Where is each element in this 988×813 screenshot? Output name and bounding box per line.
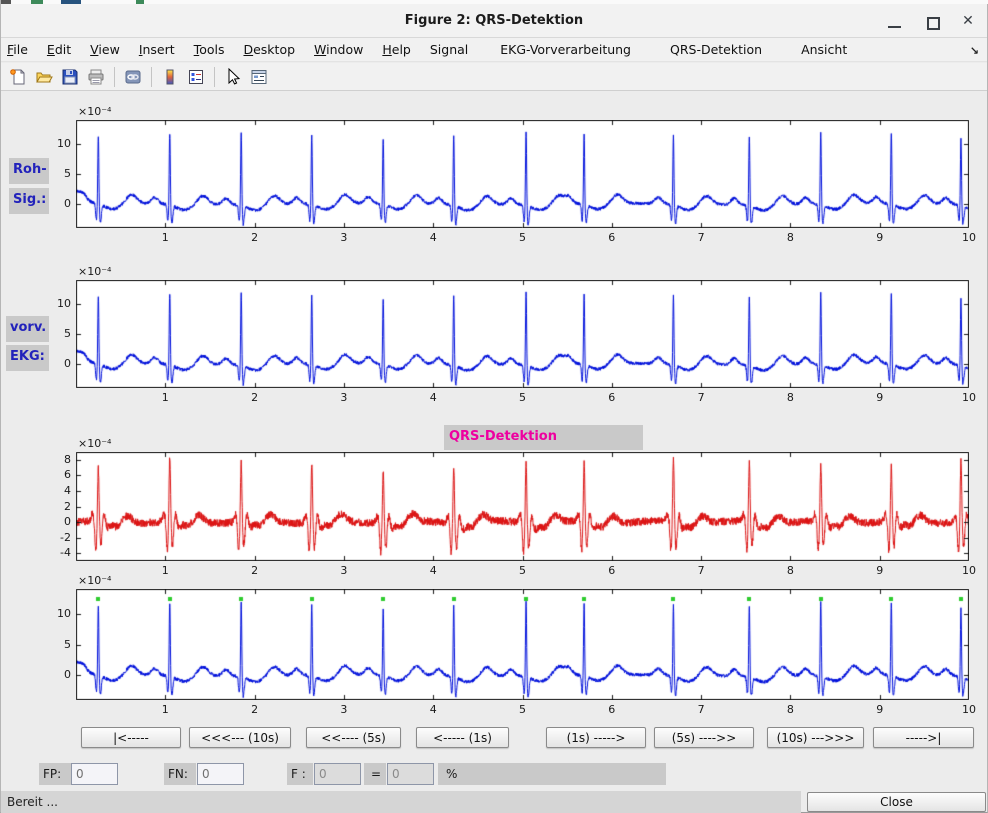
y-tick-label: -4: [40, 547, 71, 559]
equals-label: =: [364, 763, 386, 785]
y-tick-label: 0: [40, 669, 71, 681]
x-tick-label: 7: [688, 704, 714, 716]
x-tick-label: 9: [867, 232, 893, 244]
qrs-detektion-title: QRS-Detektion: [444, 425, 643, 444]
y-tick-label: 5: [40, 639, 71, 651]
nav-jump-to-end-button[interactable]: ----->|: [873, 727, 974, 748]
y-tick-label: 10: [40, 608, 71, 620]
status-bar: Bereit ...: [1, 791, 801, 813]
x-tick-label: 9: [867, 565, 893, 577]
y-axis-exponent-label: ×10⁻⁴: [78, 574, 111, 587]
x-tick-label: 5: [510, 704, 536, 716]
x-tick-label: 8: [777, 392, 803, 404]
nav-jump-to-start-button[interactable]: |<-----: [81, 727, 181, 748]
label-vorverarbeitet-line2: EKG:: [6, 345, 49, 371]
x-tick-label: 5: [510, 232, 536, 244]
nav-back-5s-button[interactable]: <<---- (5s): [306, 727, 401, 748]
plot-vorverarbeitetes-ekg: ×10⁻⁴051012345678910: [76, 280, 969, 388]
plots-layer: ×10⁻⁴051012345678910×10⁻⁴051012345678910…: [1, 0, 987, 812]
close-button[interactable]: Close: [807, 792, 986, 812]
x-tick-label: 2: [242, 392, 268, 404]
x-tick-label: 7: [688, 232, 714, 244]
x-tick-label: 1: [152, 232, 178, 244]
x-tick-label: 3: [331, 232, 357, 244]
x-tick-label: 2: [242, 565, 268, 577]
fp-input[interactable]: [71, 763, 118, 785]
y-axis-exponent-label: ×10⁻⁴: [78, 105, 111, 118]
x-tick-label: 4: [420, 704, 446, 716]
x-tick-label: 5: [510, 565, 536, 577]
x-tick-label: 1: [152, 392, 178, 404]
x-tick-label: 3: [331, 565, 357, 577]
nav-forward-5s-button[interactable]: (5s) ---->>: [654, 727, 754, 748]
x-tick-label: 2: [242, 704, 268, 716]
y-tick-label: 10: [40, 138, 71, 150]
plot-qrs-detektion-gefiltert: ×10⁻⁴-4-20246812345678910: [76, 452, 969, 561]
y-axis-exponent-label: ×10⁻⁴: [78, 437, 111, 450]
nav-forward-10s-button[interactable]: (10s) --->>>: [767, 727, 864, 748]
fn-label: FN:: [164, 763, 196, 785]
plot-qrs-detektion-gefiltert-canvas: [76, 452, 969, 561]
x-tick-label: 10: [956, 392, 982, 404]
x-tick-label: 7: [688, 565, 714, 577]
y-tick-label: 0: [40, 516, 71, 528]
x-tick-label: 9: [867, 392, 893, 404]
x-tick-label: 10: [956, 565, 982, 577]
x-tick-label: 6: [599, 704, 625, 716]
x-tick-label: 3: [331, 704, 357, 716]
label-vorverarbeitet-line1: vorv.: [6, 316, 49, 342]
x-tick-label: 1: [152, 565, 178, 577]
fp-label: FP:: [39, 763, 71, 785]
figure-window: Figure 2: QRS-Detektion ✕ FileEditViewIn…: [0, 0, 988, 813]
x-tick-label: 3: [331, 392, 357, 404]
x-tick-label: 2: [242, 232, 268, 244]
y-tick-label: 6: [40, 469, 71, 481]
x-tick-label: 10: [956, 232, 982, 244]
percent-label: %: [438, 763, 666, 785]
x-tick-label: 10: [956, 704, 982, 716]
x-tick-label: 8: [777, 704, 803, 716]
plot-vorverarbeitetes-ekg-canvas: [76, 280, 969, 388]
x-tick-label: 6: [599, 565, 625, 577]
y-tick-label: 8: [40, 454, 71, 466]
plot-detektions-ergebnis: ×10⁻⁴051012345678910: [76, 589, 969, 700]
y-tick-label: 10: [40, 298, 71, 310]
qrs-detektion-title-box: QRS-Detektion: [444, 425, 643, 450]
plot-roh-signal: ×10⁻⁴051012345678910: [76, 120, 969, 228]
x-tick-label: 8: [777, 232, 803, 244]
y-axis-exponent-label: ×10⁻⁴: [78, 265, 111, 278]
x-tick-label: 4: [420, 392, 446, 404]
plot-roh-signal-canvas: [76, 120, 969, 228]
label-roh-signal-line2: Sig.:: [9, 188, 49, 214]
x-tick-label: 6: [599, 392, 625, 404]
label-roh-signal-line1: Roh-: [9, 158, 49, 184]
x-tick-label: 1: [152, 704, 178, 716]
x-tick-label: 4: [420, 232, 446, 244]
nav-forward-1s-button[interactable]: (1s) ----->: [546, 727, 646, 748]
x-tick-label: 4: [420, 565, 446, 577]
nav-back-1s-button[interactable]: <----- (1s): [416, 727, 509, 748]
f-label: F :: [287, 763, 313, 785]
plot-detektions-ergebnis-canvas: [76, 589, 969, 700]
x-tick-label: 5: [510, 392, 536, 404]
y-tick-label: 2: [40, 501, 71, 513]
fn-input[interactable]: [197, 763, 244, 785]
x-tick-label: 8: [777, 565, 803, 577]
y-tick-label: 4: [40, 485, 71, 497]
x-tick-label: 7: [688, 392, 714, 404]
f-result-input[interactable]: [387, 763, 434, 785]
x-tick-label: 9: [867, 704, 893, 716]
y-tick-label: -2: [40, 532, 71, 544]
x-tick-label: 6: [599, 232, 625, 244]
nav-back-10s-button[interactable]: <<<--- (10s): [189, 727, 291, 748]
f-input[interactable]: [314, 763, 361, 785]
